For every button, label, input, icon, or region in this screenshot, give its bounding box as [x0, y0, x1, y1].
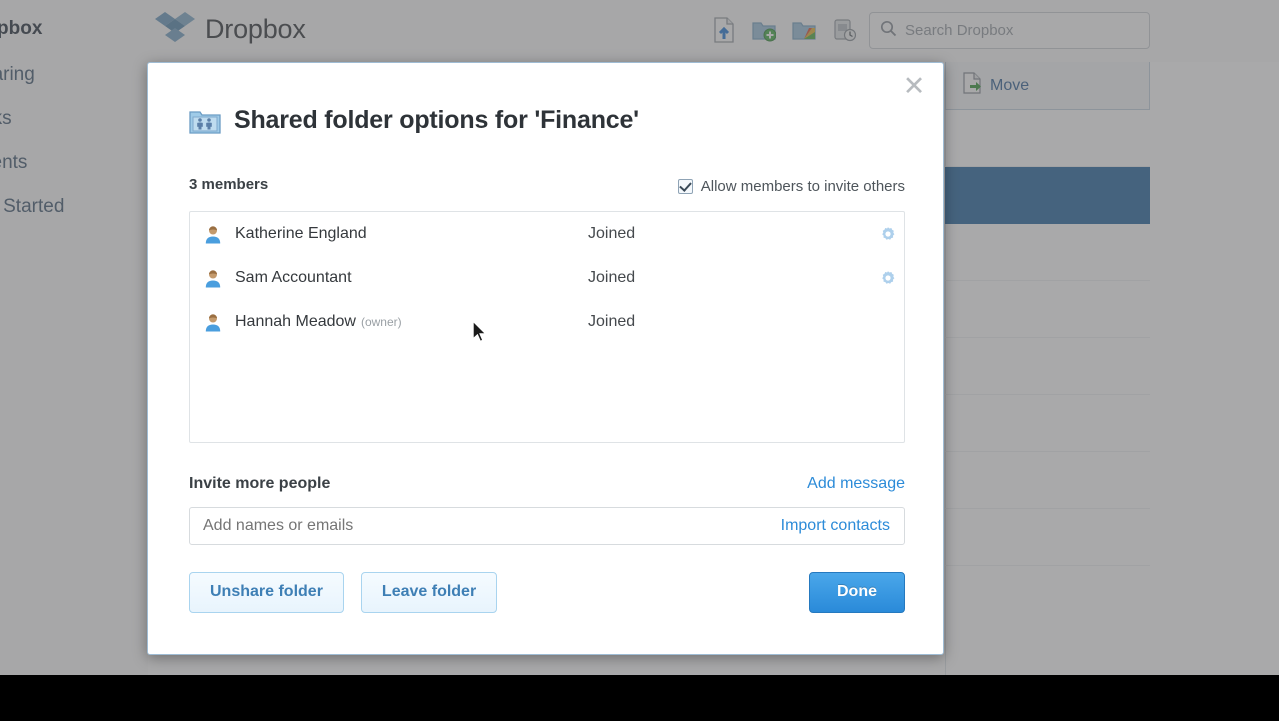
dropbox-logo[interactable]: Dropbox	[155, 10, 306, 48]
file-row[interactable]	[945, 281, 1150, 338]
sidebar: ropbox haring nks vents et Started	[0, 62, 148, 675]
shared-folder-icon	[189, 107, 221, 135]
file-row[interactable]	[945, 395, 1150, 452]
move-button[interactable]: Move	[945, 62, 1150, 110]
sidebar-item-dropbox[interactable]: ropbox	[0, 18, 42, 40]
sidebar-item-sharing[interactable]: haring	[0, 64, 35, 86]
file-list	[945, 110, 1150, 566]
gear-icon[interactable]	[880, 226, 896, 242]
member-row[interactable]: Katherine England Joined	[190, 212, 904, 256]
new-folder-icon[interactable]	[752, 17, 776, 43]
member-status: Joined	[588, 269, 635, 287]
screen: Dropbox	[0, 0, 1279, 721]
page-title: Shared folder options for 'Finance'	[234, 106, 639, 135]
checkbox-checked-icon	[678, 179, 693, 194]
members-count-label: 3 members	[189, 176, 268, 193]
upload-file-icon[interactable]	[712, 17, 736, 43]
import-contacts-link[interactable]: Import contacts	[781, 517, 890, 535]
shared-folder-options-dialog: ✕ Shared folder options for 'Finance' 3 …	[147, 62, 944, 655]
file-row[interactable]	[945, 452, 1150, 509]
file-row[interactable]	[945, 338, 1150, 395]
allow-members-invite-label: Allow members to invite others	[701, 178, 905, 195]
invite-section-label: Invite more people	[189, 475, 330, 493]
unshare-folder-button[interactable]: Unshare folder	[189, 572, 344, 613]
member-status: Joined	[588, 225, 635, 243]
new-shared-folder-icon[interactable]	[792, 17, 816, 43]
sidebar-item-get-started[interactable]: et Started	[0, 196, 64, 218]
file-row[interactable]	[945, 509, 1150, 566]
file-row[interactable]	[945, 224, 1150, 281]
member-status: Joined	[588, 313, 635, 331]
new-photo-album-icon[interactable]	[832, 17, 856, 43]
app-header: Dropbox	[0, 0, 1279, 62]
user-avatar-icon	[204, 225, 222, 244]
file-row[interactable]	[945, 110, 1150, 167]
member-owner-tag: (owner)	[361, 315, 402, 329]
user-avatar-icon	[204, 313, 222, 332]
search-box[interactable]: Search Dropbox	[869, 12, 1150, 49]
allow-members-invite-checkbox[interactable]: Allow members to invite others	[678, 178, 905, 195]
video-player-bar: 0:57	[0, 675, 1279, 721]
invite-input[interactable]	[203, 517, 781, 535]
search-placeholder: Search Dropbox	[905, 22, 1013, 39]
brand-label: Dropbox	[205, 14, 306, 45]
file-row-selected[interactable]	[945, 167, 1150, 224]
dialog-title-row: Shared folder options for 'Finance'	[189, 106, 639, 135]
done-button[interactable]: Done	[809, 572, 905, 613]
user-avatar-icon	[204, 269, 222, 288]
move-label: Move	[990, 77, 1029, 95]
member-name: Sam Accountant	[235, 269, 352, 287]
move-file-icon	[962, 72, 982, 99]
gear-icon[interactable]	[880, 270, 896, 286]
add-message-link[interactable]: Add message	[807, 475, 905, 493]
members-list: Katherine England Joined	[189, 211, 905, 443]
invite-input-wrap[interactable]: Import contacts	[189, 507, 905, 545]
leave-folder-button[interactable]: Leave folder	[361, 572, 497, 613]
member-name: Hannah Meadow	[235, 313, 356, 331]
dialog-footer: Unshare folder Leave folder Done	[189, 571, 905, 613]
header-toolbar	[712, 17, 856, 43]
member-name: Katherine England	[235, 225, 367, 243]
sidebar-item-links[interactable]: nks	[0, 108, 12, 130]
sidebar-item-events[interactable]: vents	[0, 152, 27, 174]
member-row[interactable]: Sam Accountant Joined	[190, 256, 904, 300]
member-row[interactable]: Hannah Meadow (owner) Joined	[190, 300, 904, 344]
search-icon	[880, 20, 897, 42]
dropbox-logo-icon	[155, 10, 195, 48]
close-icon[interactable]: ✕	[901, 75, 927, 101]
